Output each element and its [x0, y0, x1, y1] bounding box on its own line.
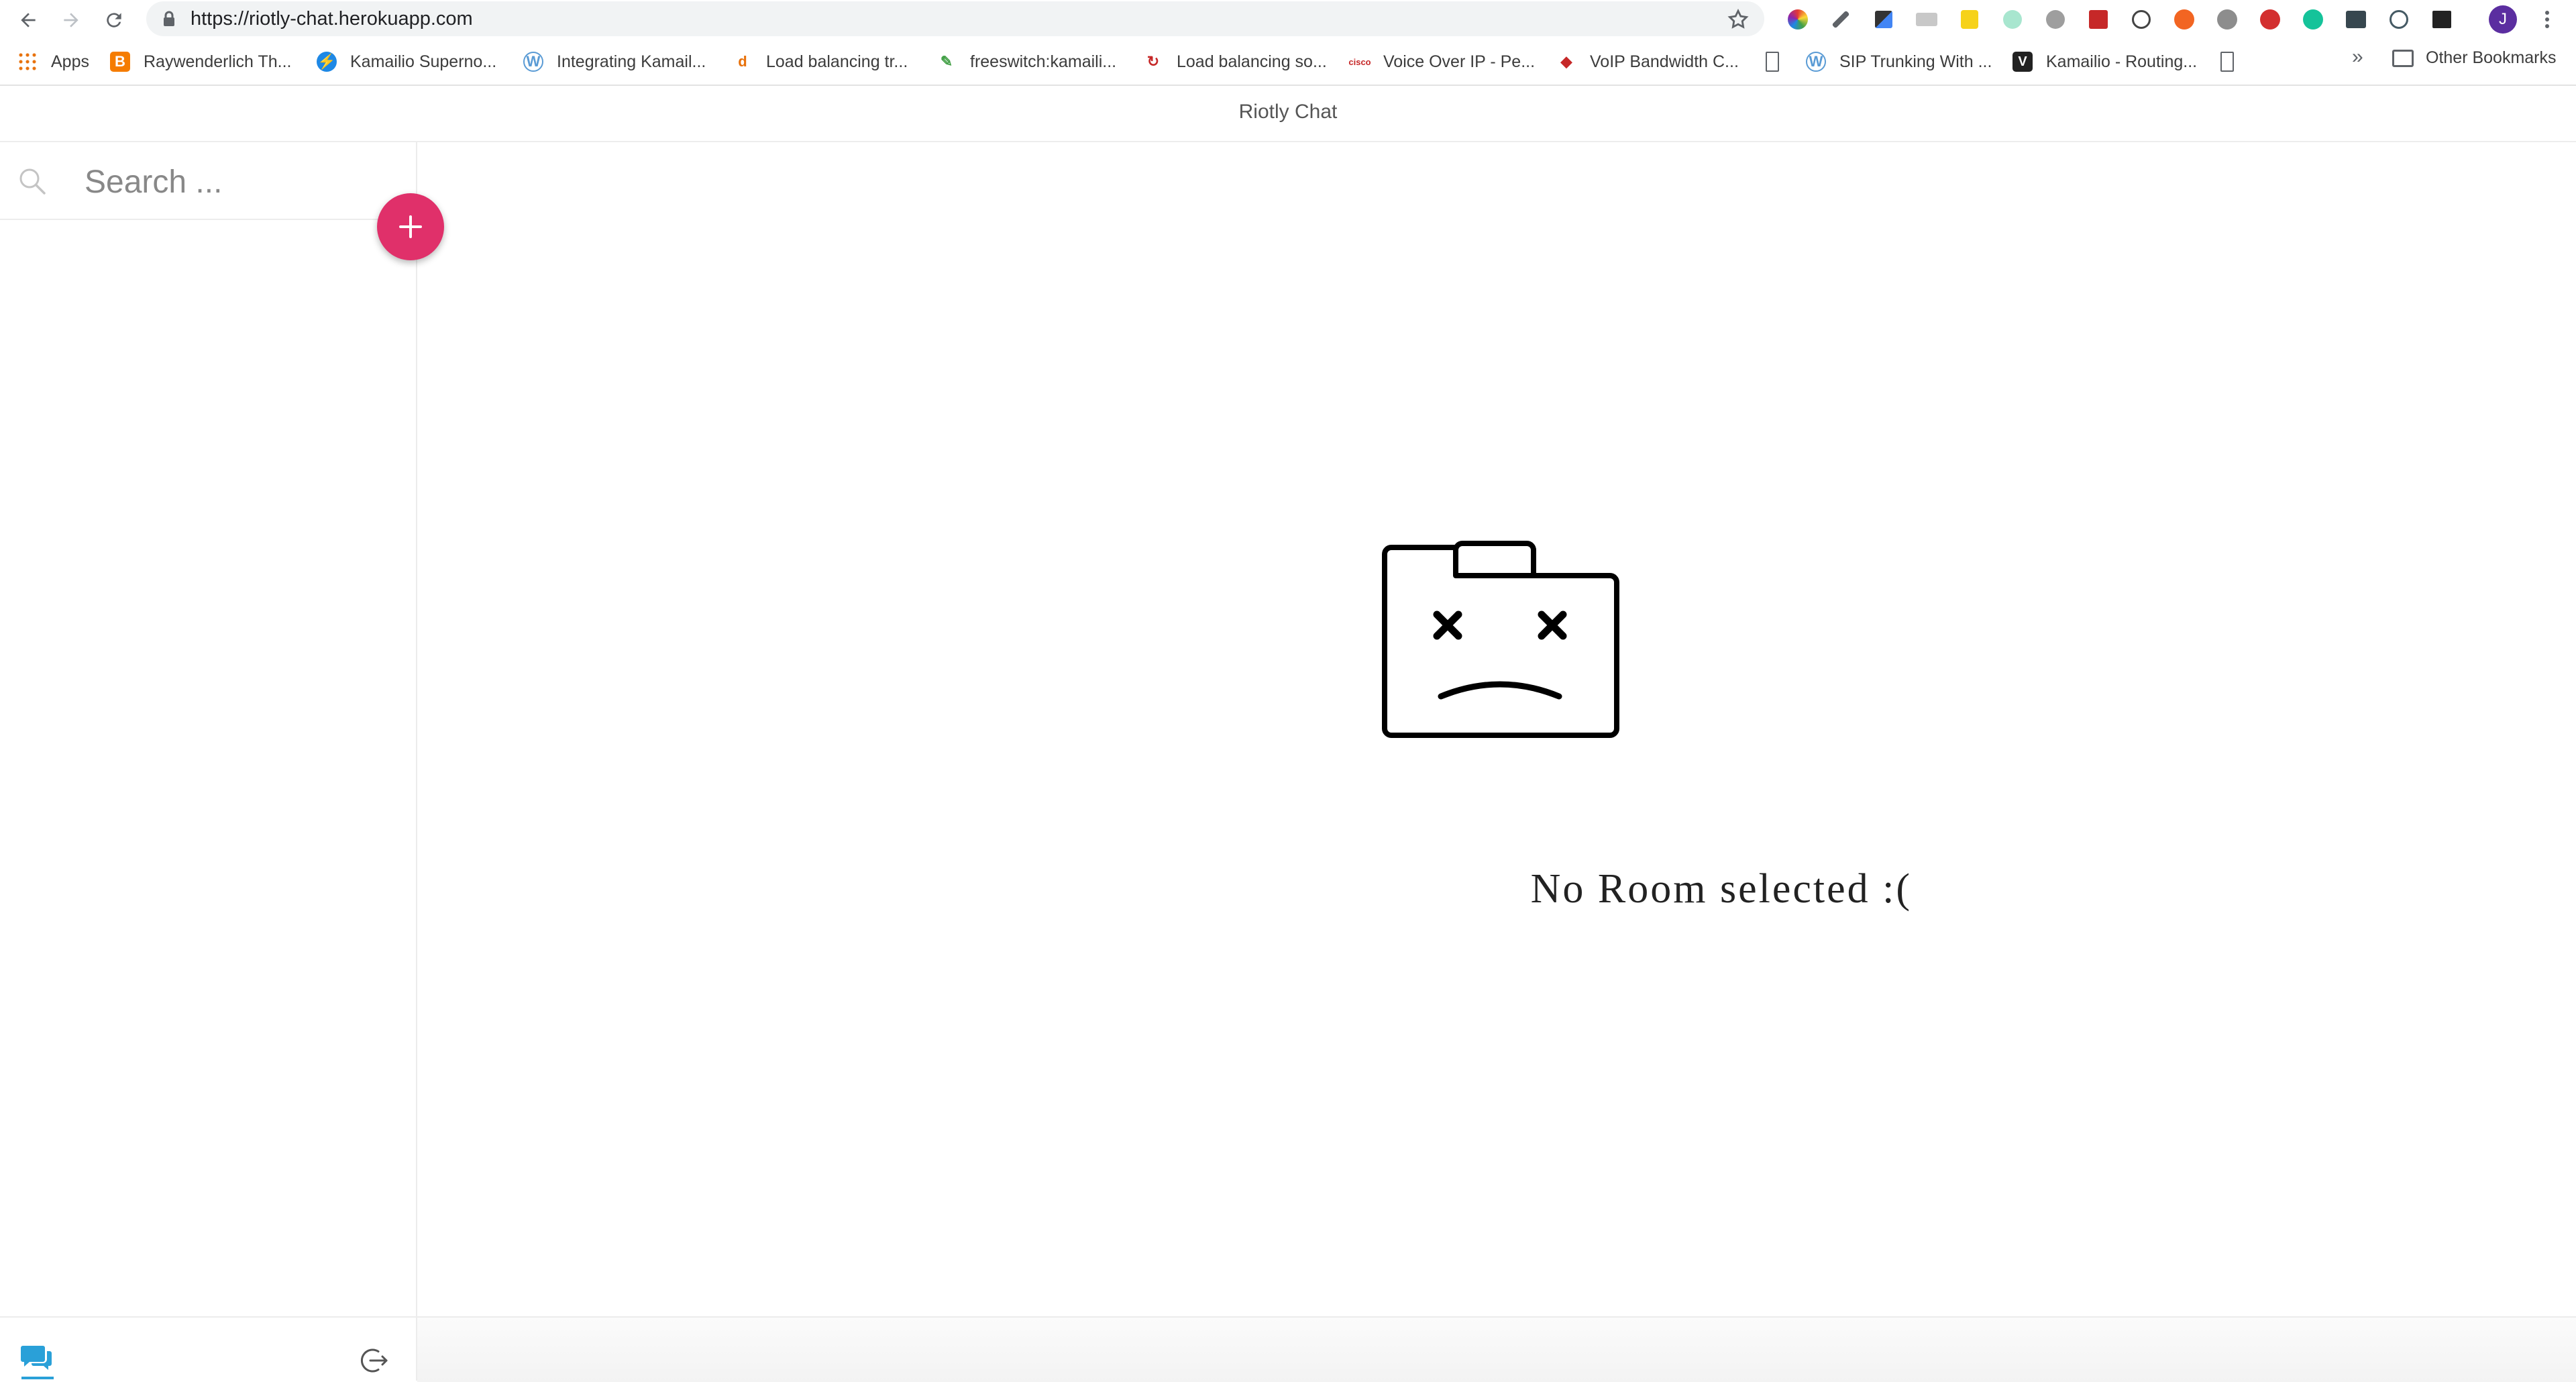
- bookmark-item[interactable]: [1766, 48, 1792, 75]
- page-icon: [2220, 52, 2234, 72]
- v-icon: V: [2012, 52, 2033, 72]
- wordpress-icon: W: [1806, 52, 1826, 72]
- adblock-extension-icon[interactable]: [2257, 6, 2284, 33]
- bookmark-item[interactable]: W SIP Trunking With ...: [1806, 48, 1992, 75]
- plus-icon: [399, 215, 422, 238]
- sparkle-extension-icon[interactable]: [1999, 6, 2026, 33]
- message-composer-bar: [417, 1316, 2576, 1382]
- logout-icon[interactable]: [358, 1344, 390, 1377]
- bookmark-item[interactable]: ↻ Load balancing so...: [1143, 48, 1327, 75]
- orange-extension-icon[interactable]: [2171, 6, 2198, 33]
- browser-toolbar: https://riotly-chat.herokuapp.com J: [0, 0, 2576, 39]
- check-circle-extension-icon[interactable]: [2385, 6, 2412, 33]
- app-header: Riotly Chat: [0, 86, 2576, 142]
- bookmark-item[interactable]: B Raywenderlich Th...: [110, 48, 291, 75]
- crx-extension-icon[interactable]: [1913, 6, 1940, 33]
- bookmark-item[interactable]: ⚡ Kamailio Superno...: [317, 48, 496, 75]
- refresh-red-icon: ↻: [1146, 53, 1160, 70]
- lock-icon: [164, 11, 174, 26]
- bolt-icon: ⚡: [317, 52, 337, 72]
- bookmark-star-icon[interactable]: [1727, 8, 1750, 31]
- bookmark-item[interactable]: ◆ VoIP Bandwidth C...: [1556, 48, 1739, 75]
- forward-button[interactable]: [56, 5, 86, 35]
- add-room-button[interactable]: [377, 193, 444, 260]
- sidebar: [0, 142, 417, 1381]
- bookmark-item[interactable]: W Integrating Kamail...: [523, 48, 706, 75]
- grammarly-extension-icon[interactable]: [2300, 6, 2326, 33]
- edit-icon: ✎: [940, 53, 953, 70]
- dark-square-extension-icon[interactable]: [2343, 6, 2369, 33]
- folder-icon: [2392, 49, 2414, 67]
- url-text[interactable]: https://riotly-chat.herokuapp.com: [191, 8, 473, 30]
- red-square-extension-icon[interactable]: [2085, 6, 2112, 33]
- sad-folder-icon: [1382, 541, 1619, 738]
- blogger-icon: B: [110, 52, 130, 72]
- bookmarks-overflow-button[interactable]: »: [2352, 46, 2363, 68]
- profile-avatar[interactable]: J: [2489, 5, 2517, 34]
- chats-tab[interactable]: [20, 1344, 55, 1379]
- extensions-row: [1784, 6, 2471, 33]
- more-vert-icon[interactable]: [2536, 5, 2559, 34]
- color-wheel-extension-icon[interactable]: [1784, 6, 1811, 33]
- other-bookmarks-folder[interactable]: Other Bookmarks: [2392, 48, 2557, 68]
- app-title: Riotly Chat: [1238, 101, 1338, 123]
- address-bar[interactable]: https://riotly-chat.herokuapp.com: [146, 1, 1764, 36]
- reload-icon: [107, 13, 121, 28]
- search-bar: [0, 142, 416, 220]
- search-input[interactable]: [83, 160, 381, 204]
- search-icon: [19, 168, 46, 195]
- reload-button[interactable]: [99, 5, 129, 35]
- back-button[interactable]: [13, 5, 43, 35]
- pen-extension-icon[interactable]: [1870, 6, 1897, 33]
- apps-grid-icon: [17, 52, 38, 72]
- arrow-left-icon: [21, 13, 36, 28]
- bookmark-item[interactable]: cisco Voice Over IP - Pe...: [1348, 48, 1535, 75]
- e-extension-icon[interactable]: [1956, 6, 1983, 33]
- diamond-icon: ◆: [1560, 53, 1572, 70]
- bookmarks-bar: Apps B Raywenderlich Th... ⚡ Kamailio Su…: [0, 39, 2576, 86]
- bookmark-item[interactable]: V Kamailio - Routing...: [2012, 48, 2197, 75]
- cisco-icon: cisco: [1348, 56, 1371, 67]
- empty-state-message: No Room selected :(: [1530, 866, 1912, 912]
- bookmark-item[interactable]: d Load balancing tr...: [733, 48, 908, 75]
- page-icon: [1766, 52, 1779, 72]
- chat-main-pane: No Room selected :(: [417, 142, 2576, 1382]
- arrow-right-icon: [64, 13, 78, 28]
- grey-leaf-extension-icon[interactable]: [2214, 6, 2241, 33]
- bookmark-item[interactable]: ✎ freeswitch:kamaili...: [936, 48, 1116, 75]
- d-icon: d: [738, 53, 747, 70]
- active-tab-indicator: [21, 1377, 54, 1379]
- bookmark-apps[interactable]: Apps: [17, 48, 89, 75]
- hexagon-extension-icon[interactable]: [2128, 6, 2155, 33]
- eyedropper-extension-icon[interactable]: [1827, 6, 1854, 33]
- wordpress-icon: W: [523, 52, 543, 72]
- circle-extension-icon[interactable]: [2042, 6, 2069, 33]
- sidebar-footer: [0, 1316, 416, 1382]
- chat-bubbles-icon: [21, 1346, 52, 1370]
- bookmark-item[interactable]: [2220, 48, 2247, 75]
- layers-extension-icon[interactable]: [2428, 6, 2455, 33]
